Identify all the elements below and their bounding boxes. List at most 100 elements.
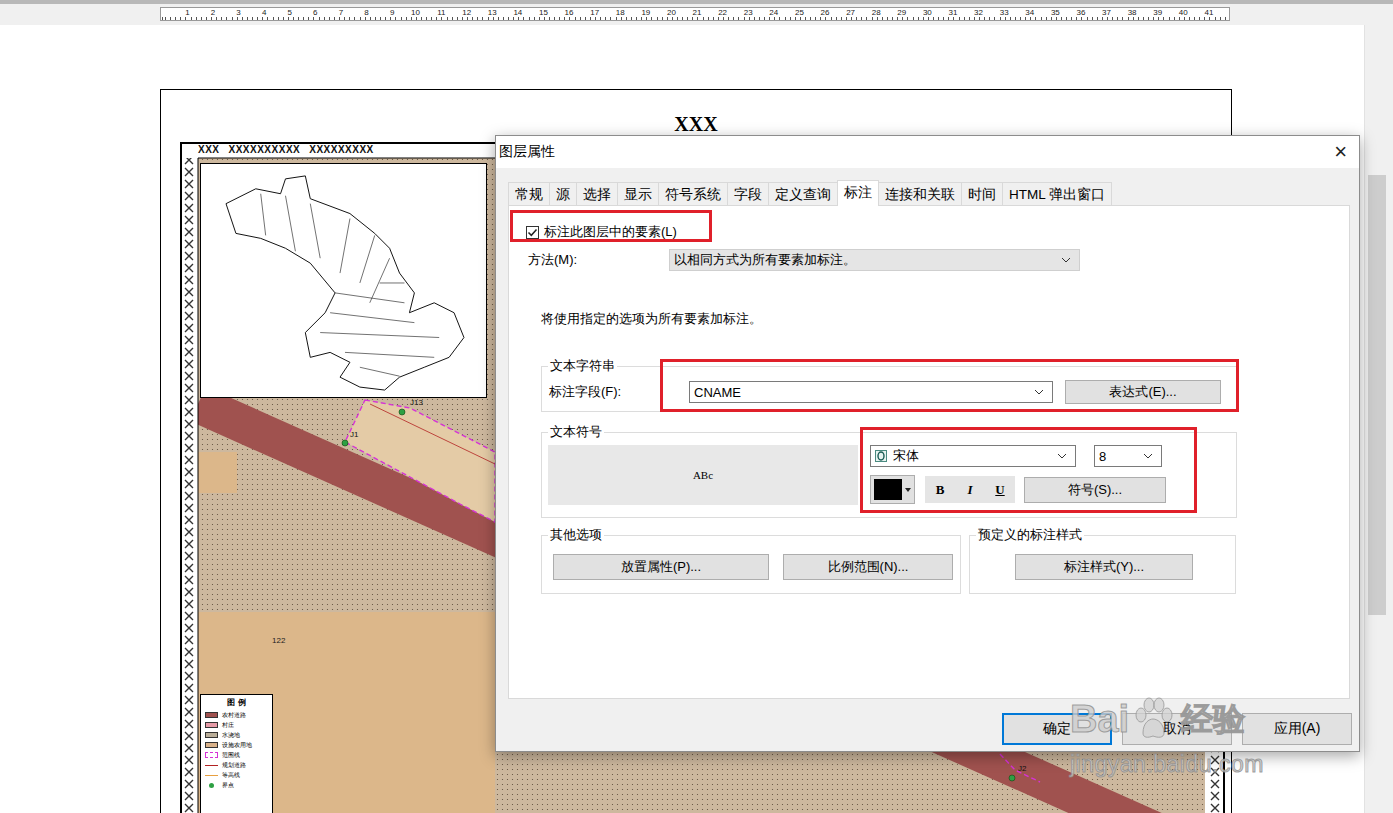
layer-properties-dialog: 图层属性×常规源选择显示符号系统字段定义查询标注连接和关联时间HTML 弹出窗口…	[495, 135, 1360, 752]
group-title: 预定义的标注样式	[976, 527, 1084, 543]
italic-button[interactable]: I	[955, 476, 985, 503]
province-outline-icon	[201, 164, 486, 397]
dialog-buttons: 确定取消应用(A)	[508, 713, 1352, 745]
text-string-group: 文本字符串标注字段(F):CNAME表达式(E)...	[541, 366, 1237, 412]
ruler-number: 40	[1163, 8, 1189, 20]
frame-text-word: XXXXXXXXX	[309, 144, 374, 156]
tab[interactable]: 源	[549, 182, 577, 205]
scrollbar-thumb[interactable]	[1368, 175, 1386, 615]
ruler-number: 39	[1138, 8, 1164, 20]
ruler-number: 20	[651, 8, 677, 20]
legend-item: 村庄	[205, 720, 268, 730]
arcmap-screen: 1234567891011121314151617181920212223242…	[0, 0, 1393, 813]
watermark: Bai经验jingyan.baidu.com	[1070, 696, 1264, 778]
group-title: 文本符号	[548, 424, 604, 440]
chevron-down-icon	[1143, 453, 1153, 459]
legend-swatch	[205, 712, 218, 718]
page-title: XXX	[161, 112, 1231, 136]
ruler-number: 25	[779, 8, 805, 20]
svg-text:J13: J13	[410, 398, 423, 407]
ruler-number: 18	[600, 8, 626, 20]
dialog-button[interactable]: 取消	[1122, 713, 1232, 745]
label-features-checkbox[interactable]: 标注此图层中的要素(L)	[526, 222, 1349, 242]
ruler-number: 4	[242, 8, 268, 20]
ruler-number: 16	[549, 8, 575, 20]
ruler-number: 21	[677, 8, 703, 20]
ruler-number: 1	[165, 8, 191, 20]
ruler-number: 29	[882, 8, 908, 20]
tab[interactable]: 选择	[576, 182, 618, 205]
ruler-number: 12	[447, 8, 473, 20]
info-text: 将使用指定的选项为所有要素加标注。	[541, 310, 1349, 328]
tab[interactable]: 符号系统	[658, 182, 728, 205]
dialog-button[interactable]: 确定	[1002, 713, 1112, 745]
option-button[interactable]: 放置属性(P)...	[553, 554, 769, 580]
tab[interactable]: 时间	[961, 182, 1003, 205]
ruler-number: 22	[702, 8, 728, 20]
ruler-number: 41	[1189, 8, 1215, 20]
predefined-styles-group: 预定义的标注样式标注样式(Y)...	[969, 535, 1236, 594]
color-swatch	[874, 479, 902, 500]
method-label: 方法(M):	[526, 251, 669, 269]
chevron-down-icon	[1034, 389, 1044, 395]
tab[interactable]: 标注	[837, 180, 879, 206]
tab[interactable]: 字段	[727, 182, 769, 205]
label-styles-button[interactable]: 标注样式(Y)...	[1015, 554, 1193, 580]
highlight-box	[860, 427, 1197, 513]
ruler-number: 24	[754, 8, 780, 20]
dialog-body: 常规源选择显示符号系统字段定义查询标注连接和关联时间HTML 弹出窗口标注此图层…	[496, 168, 1359, 745]
legend-item: 设施农用地	[205, 740, 268, 750]
boundary-point: J2	[1009, 764, 1027, 781]
planned-road-line	[370, 404, 495, 464]
text-symbol-group: 文本符号ABc宋体8BIU符号(S)...	[541, 432, 1237, 518]
font-size-dropdown[interactable]: 8	[1094, 445, 1162, 467]
vertical-scrollbar[interactable]	[1364, 25, 1393, 813]
label-field-dropdown[interactable]: CNAME	[689, 381, 1053, 403]
highlight-box	[660, 359, 1239, 412]
close-button[interactable]: ×	[1334, 141, 1347, 163]
ruler-number: 37	[1086, 8, 1112, 20]
ruler-number: 28	[856, 8, 882, 20]
legend-swatch	[205, 782, 218, 788]
underline-button[interactable]: U	[985, 476, 1015, 503]
legend-swatch	[205, 765, 218, 766]
ruler-number: 33	[984, 8, 1010, 20]
symbol-button[interactable]: 符号(S)...	[1024, 477, 1166, 503]
legend-item: 水浇地	[205, 730, 268, 740]
dialog-button[interactable]: 应用(A)	[1242, 713, 1352, 745]
method-dropdown[interactable]: 以相同方式为所有要素加标注。	[669, 249, 1080, 271]
expression-button[interactable]: 表达式(E)...	[1065, 380, 1221, 404]
tab[interactable]: 显示	[617, 182, 659, 205]
frame-border-left	[180, 158, 198, 813]
legend-swatch	[205, 775, 218, 776]
option-button[interactable]: 比例范围(N)...	[783, 554, 953, 580]
ruler-number: 27	[830, 8, 856, 20]
ruler-number: 19	[626, 8, 652, 20]
ruler-number: 30	[907, 8, 933, 20]
frame-text: XXXXXXXXXXXXXXXXXXXXXX	[198, 144, 374, 156]
ruler-number: 9	[370, 8, 396, 20]
tab[interactable]: HTML 弹出窗口	[1002, 182, 1112, 205]
ruler-number: 10	[395, 8, 421, 20]
bold-button[interactable]: B	[925, 476, 955, 503]
method-row: 方法(M):以相同方式为所有要素加标注。	[526, 249, 1349, 271]
tab[interactable]: 常规	[508, 182, 550, 205]
ruler-number: 36	[1061, 8, 1087, 20]
ruler-number: 32	[958, 8, 984, 20]
chevron-down-icon	[1061, 257, 1071, 263]
paw-icon	[1131, 697, 1175, 741]
parcel	[345, 400, 495, 522]
tab[interactable]: 连接和关联	[878, 182, 962, 205]
ruler-number: 38	[1112, 8, 1138, 20]
legend-item: 规划道路	[205, 760, 268, 770]
labels-panel: 标注此图层中的要素(L) 方法(M):以相同方式为所有要素加标注。将使用指定的选项…	[508, 205, 1350, 699]
checkbox-box[interactable]	[526, 226, 539, 239]
farmland-area	[198, 612, 495, 813]
font-dropdown[interactable]: 宋体	[870, 445, 1076, 467]
ruler-number: 26	[805, 8, 831, 20]
color-picker[interactable]	[870, 475, 915, 504]
ruler-number: 35	[1035, 8, 1061, 20]
group-title: 其他选项	[548, 527, 604, 543]
legend-item: 农村道路	[205, 710, 268, 720]
tab[interactable]: 定义查询	[768, 182, 838, 205]
